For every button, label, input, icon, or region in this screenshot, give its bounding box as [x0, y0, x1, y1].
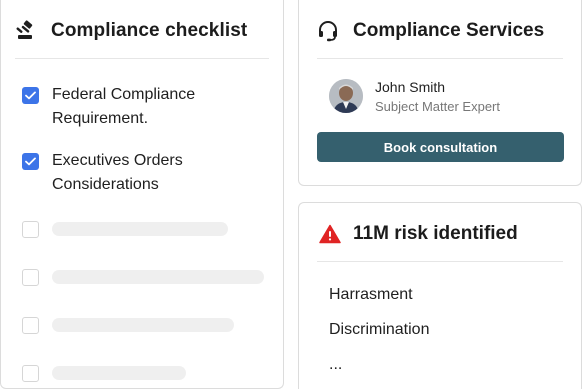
services-divider — [317, 58, 563, 59]
checkbox-unchecked[interactable] — [22, 269, 39, 286]
checklist-item-label: Federal Compliance Requirement. — [52, 86, 196, 127]
compliance-services-card: Compliance Services John Smith Subject M… — [298, 0, 582, 186]
checklist-title: Compliance checklist — [51, 20, 248, 41]
expert-name: John Smith — [375, 79, 446, 95]
compliance-checklist-card: Compliance checklist Federal Compliance … — [0, 0, 284, 389]
checkbox-unchecked[interactable] — [22, 221, 39, 238]
checkbox-checked[interactable] — [22, 87, 39, 104]
headset-icon — [317, 19, 341, 43]
checklist-item[interactable]: Federal Compliance Requirement. — [22, 86, 252, 131]
services-title: Compliance Services — [353, 20, 545, 41]
book-consultation-button[interactable]: Book consultation — [317, 132, 564, 162]
checkbox-unchecked[interactable] — [22, 365, 39, 382]
checkbox-checked[interactable] — [22, 153, 39, 170]
checklist-item-label: Executives Orders Considerations — [52, 152, 183, 193]
checklist-placeholder-row — [22, 269, 39, 286]
risk-title: 11M risk identified — [353, 223, 518, 244]
risk-card: 11M risk identified Harrasment Discrimin… — [298, 202, 582, 389]
skeleton-line — [52, 366, 186, 380]
risk-item: Discrimination — [329, 321, 430, 338]
avatar — [329, 79, 363, 113]
risk-divider — [317, 261, 563, 262]
checklist-placeholder-row — [22, 365, 39, 382]
checklist-divider — [15, 58, 269, 59]
checkmark-icon — [25, 91, 36, 100]
risk-item-more: ... — [329, 356, 343, 373]
gavel-icon — [15, 19, 39, 43]
skeleton-line — [52, 270, 264, 284]
checkbox-unchecked[interactable] — [22, 317, 39, 334]
warning-triangle-icon — [319, 223, 341, 245]
checklist-item[interactable]: Executives Orders Considerations — [22, 152, 252, 197]
checklist-placeholder-row — [22, 317, 39, 334]
checklist-header: Compliance checklist — [15, 16, 247, 46]
risk-item: Harrasment — [329, 286, 413, 303]
skeleton-line — [52, 222, 228, 236]
dashboard-root: Compliance checklist Federal Compliance … — [0, 0, 583, 389]
risk-header: 11M risk identified — [319, 219, 518, 249]
services-header: Compliance Services — [317, 16, 544, 46]
expert-role: Subject Matter Expert — [375, 99, 500, 114]
skeleton-line — [52, 318, 234, 332]
checklist-placeholder-row — [22, 221, 39, 238]
checkmark-icon — [25, 157, 36, 166]
